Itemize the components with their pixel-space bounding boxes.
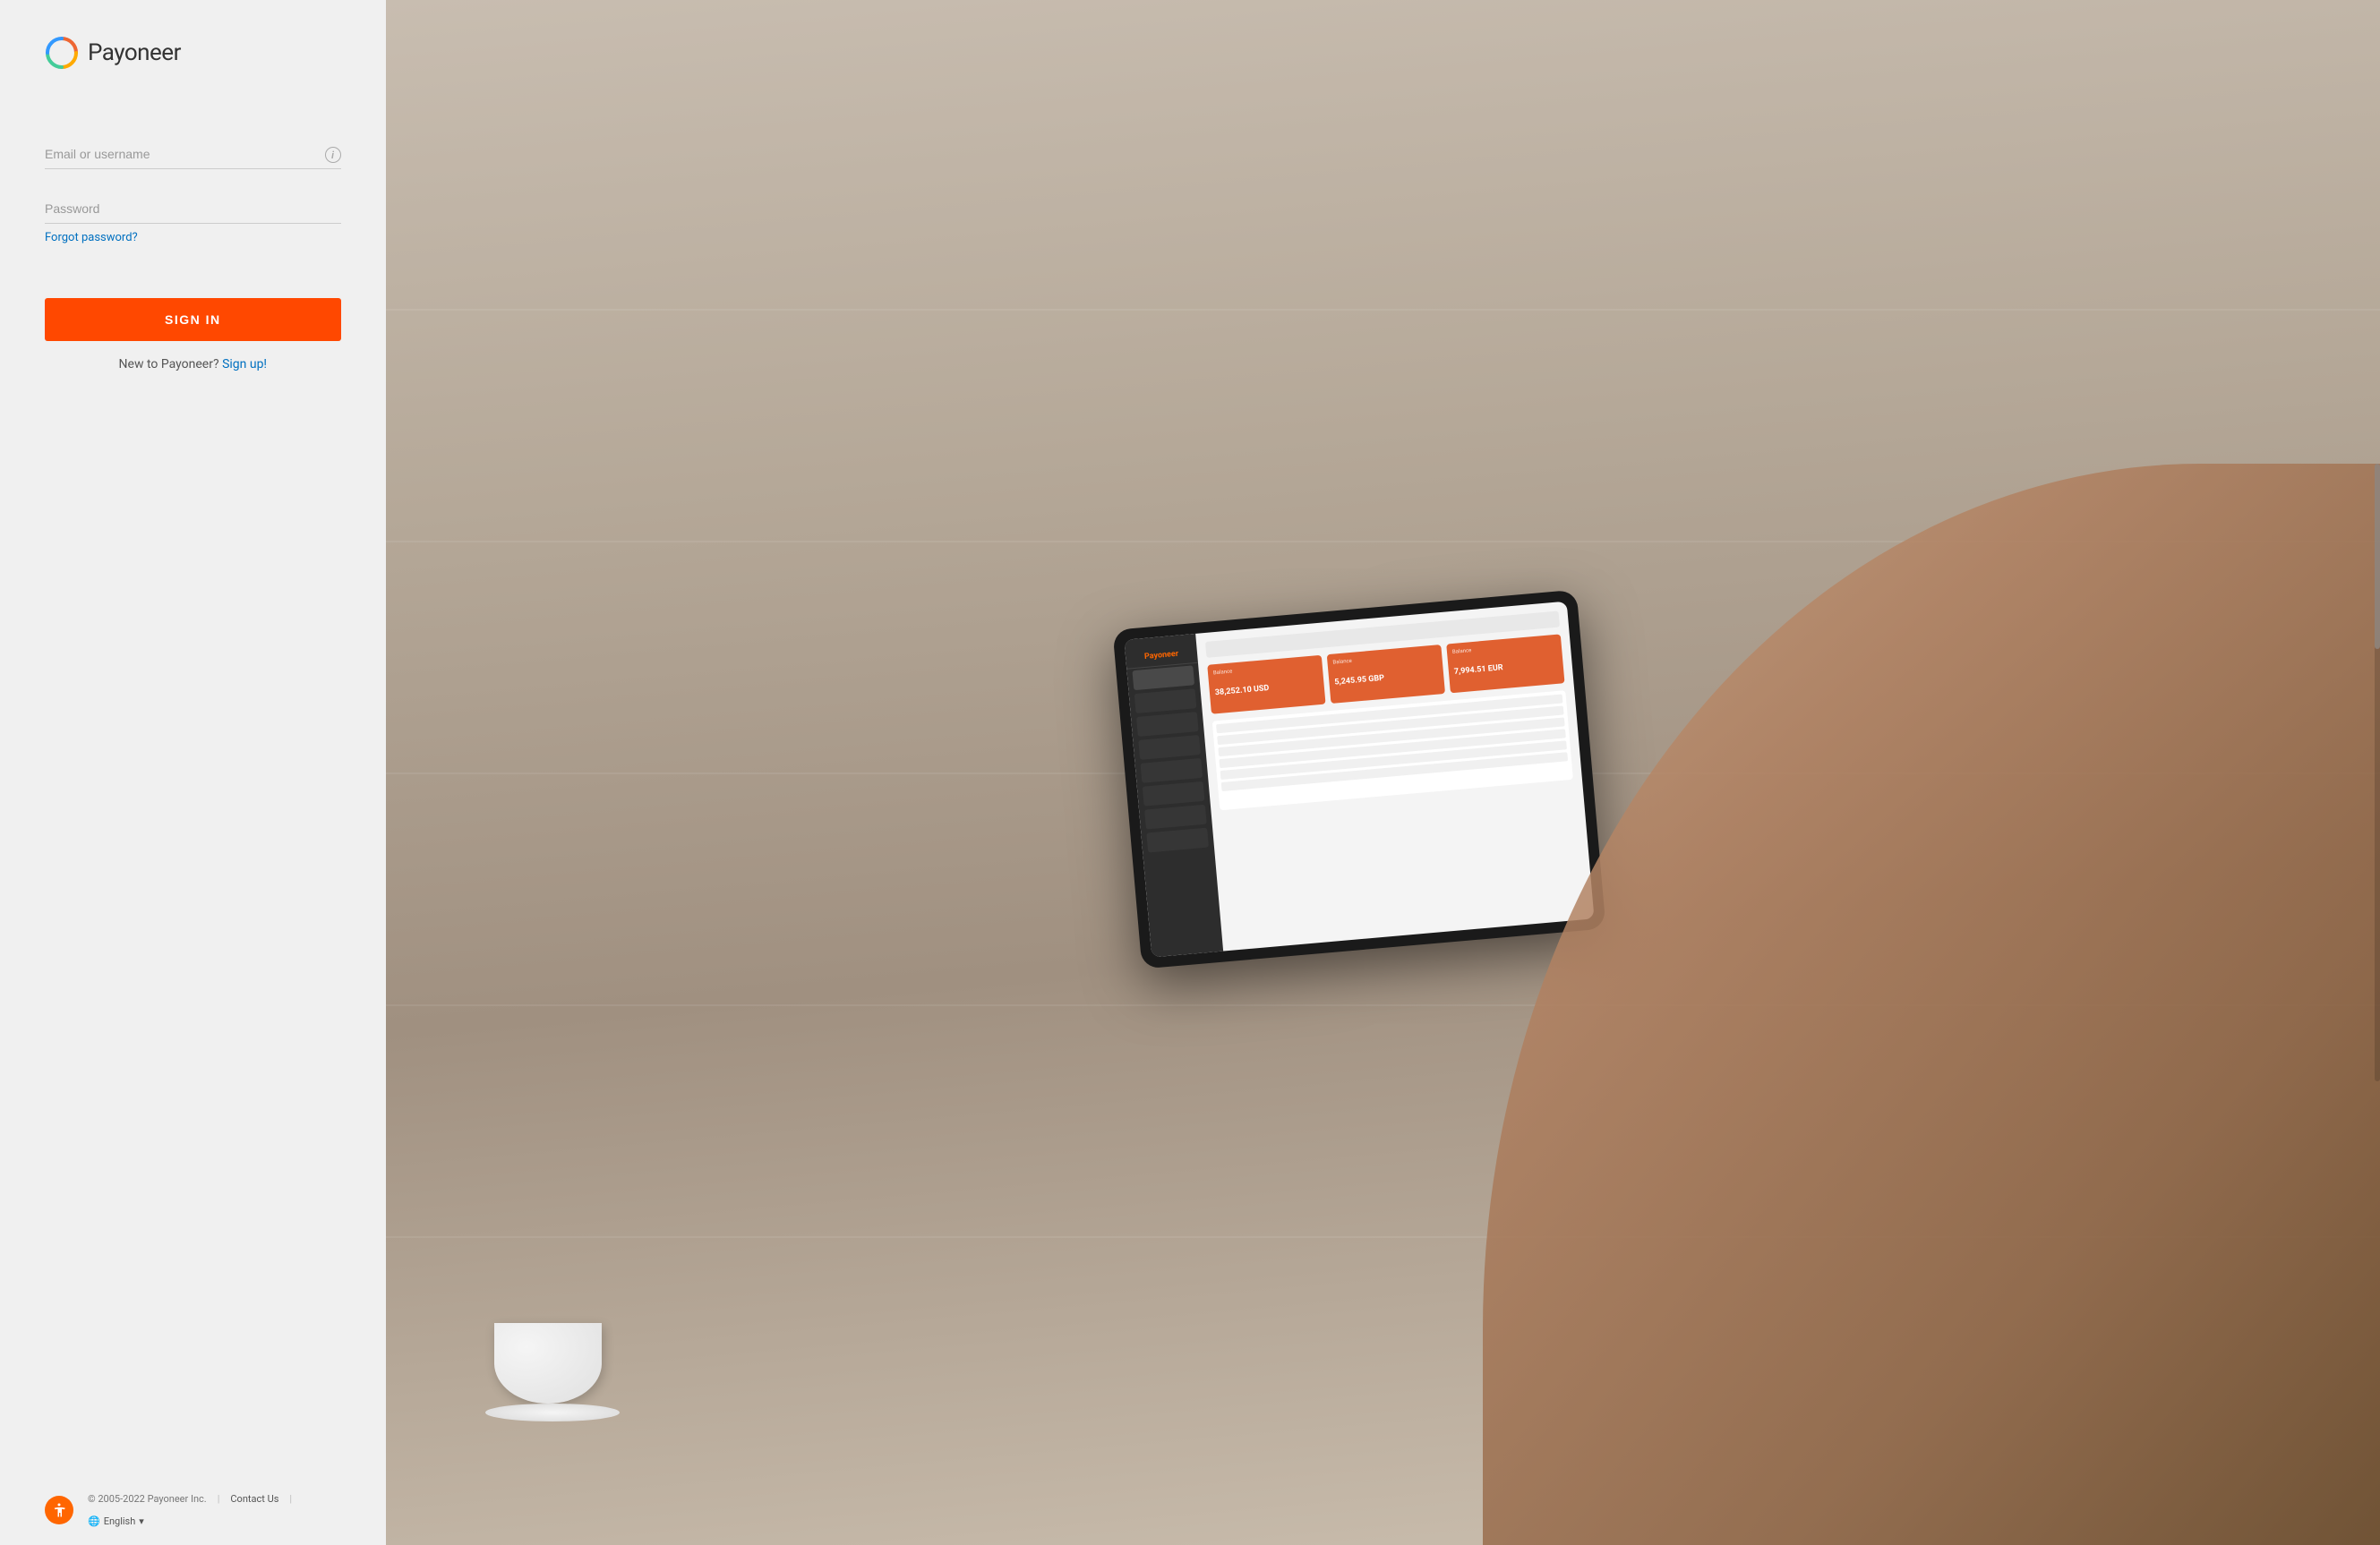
contact-us-link[interactable]: Contact Us <box>230 1493 278 1505</box>
accessibility-button[interactable] <box>45 1496 73 1524</box>
gbp-label: Balance <box>1333 651 1437 666</box>
scrollbar-thumb <box>2375 464 2380 649</box>
tablet-nav-7 <box>1144 805 1207 830</box>
eur-amount: 7,994.51 EUR <box>1454 659 1558 677</box>
globe-icon: 🌐 <box>88 1515 100 1527</box>
separator-1: | <box>218 1493 220 1505</box>
separator-2: | <box>289 1493 292 1505</box>
tablet-nav-3 <box>1136 712 1199 737</box>
tablet-nav-8 <box>1147 828 1210 853</box>
info-icon[interactable]: i <box>325 147 341 163</box>
new-user-text: New to Payoneer? <box>119 357 219 371</box>
password-input[interactable] <box>45 196 341 223</box>
email-input-group: i <box>45 141 341 169</box>
usd-label: Balance <box>1213 661 1317 676</box>
language-selector[interactable]: 🌐 English ▾ <box>88 1515 144 1527</box>
email-input-wrapper: i <box>45 141 341 169</box>
wood-stripe-1 <box>386 309 2380 311</box>
login-form: i Forgot password? SIGN IN New to Payone… <box>0 70 386 1475</box>
password-input-wrapper <box>45 196 341 224</box>
usd-amount: 38,252.10 USD <box>1215 679 1319 697</box>
gbp-amount: 5,245.95 GBP <box>1334 669 1438 687</box>
chevron-down-icon: ▾ <box>139 1515 144 1527</box>
tablet-card-eur: Balance 7,994.51 EUR <box>1447 634 1565 693</box>
language-label: English <box>104 1515 136 1527</box>
right-scrollbar <box>2375 464 2380 1081</box>
footer-links: © 2005-2022 Payoneer Inc. | Contact Us |… <box>88 1493 341 1527</box>
cup-saucer <box>485 1404 620 1421</box>
tablet-device: Payoneer <box>1113 590 1606 969</box>
tablet-nav-2 <box>1134 688 1197 713</box>
background-photo: Payoneer <box>386 0 2380 1545</box>
signup-link[interactable]: Sign up! <box>222 357 267 371</box>
coffee-cup <box>485 1260 629 1421</box>
tablet-card-gbp: Balance 5,245.95 GBP <box>1327 644 1445 704</box>
email-input[interactable] <box>45 141 341 168</box>
tablet-nav-6 <box>1143 781 1205 807</box>
accessibility-icon <box>51 1502 67 1518</box>
copyright-text: © 2005-2022 Payoneer Inc. <box>88 1493 207 1505</box>
tablet-content: Balance 38,252.10 USD Balance 5,245.95 G… <box>1195 602 1594 952</box>
right-panel: Payoneer <box>386 0 2380 1545</box>
cup-body <box>494 1323 602 1404</box>
tablet-nav-4 <box>1139 735 1202 760</box>
forgot-password-link[interactable]: Forgot password? <box>45 231 341 244</box>
tablet-device-wrapper: Payoneer <box>1113 590 1606 969</box>
signup-prompt: New to Payoneer? Sign up! <box>45 357 341 371</box>
payoneer-logo-icon <box>45 36 79 70</box>
password-input-group: Forgot password? <box>45 196 341 244</box>
logo-area: Payoneer <box>0 0 386 70</box>
tablet-screen: Payoneer <box>1125 602 1595 958</box>
left-panel: Payoneer i Forgot password? SIGN IN New … <box>0 0 386 1545</box>
logo-container: Payoneer <box>45 36 341 70</box>
hand-overlay <box>1483 464 2380 1545</box>
tablet-nav-1 <box>1133 665 1195 690</box>
sign-in-button[interactable]: SIGN IN <box>45 298 341 341</box>
eur-label: Balance <box>1452 640 1556 655</box>
tablet-nav-5 <box>1141 758 1203 783</box>
brand-name: Payoneer <box>88 39 181 66</box>
footer: © 2005-2022 Payoneer Inc. | Contact Us |… <box>0 1475 386 1545</box>
tablet-card-usd: Balance 38,252.10 USD <box>1208 655 1326 714</box>
